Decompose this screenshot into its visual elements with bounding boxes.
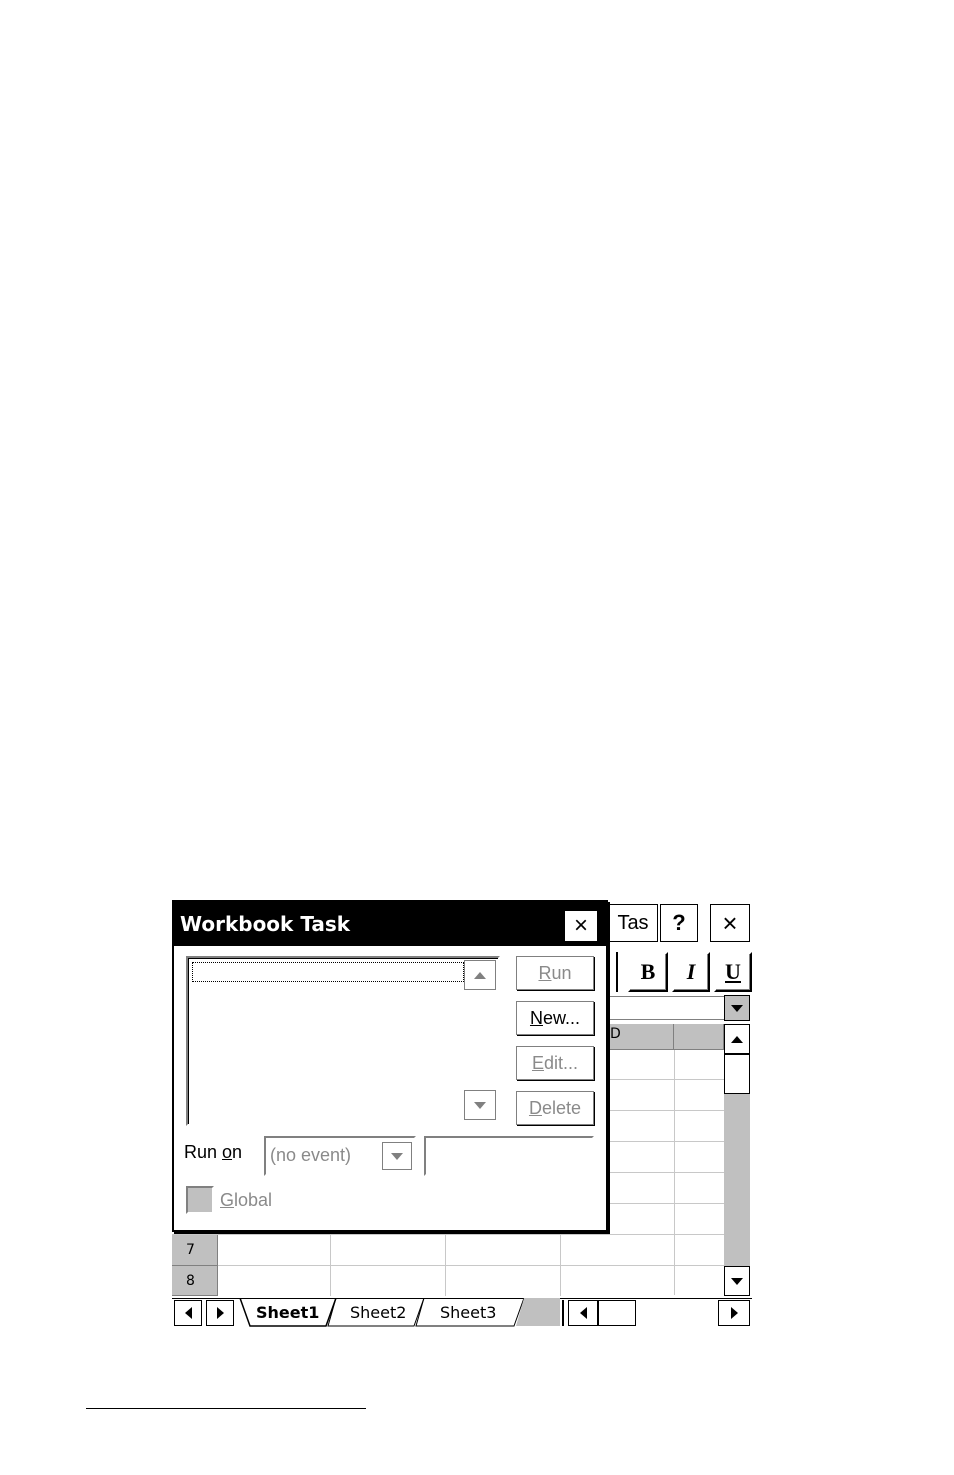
run-on-label-pre: Run [184, 1142, 223, 1162]
grid-line [172, 1234, 724, 1235]
close-icon: × [573, 912, 588, 939]
global-label-key: G [220, 1190, 235, 1210]
chevron-down-icon [391, 1152, 403, 1160]
edit-label-key: E [531, 1052, 544, 1073]
sheet-tab-sheet2[interactable]: Sheet2 [350, 1301, 406, 1325]
delete-button[interactable]: Delete [516, 1091, 594, 1125]
help-icon: ? [672, 910, 686, 935]
help-button[interactable]: ? [660, 904, 698, 942]
grid-line [330, 1234, 331, 1296]
global-checkbox[interactable] [186, 1186, 214, 1214]
grid-line [445, 1234, 446, 1296]
hscroll-right-button[interactable] [718, 1300, 750, 1326]
sheet-tab-label: Sheet1 [256, 1303, 320, 1322]
arrow-right-icon [730, 1307, 738, 1319]
sheet-tab-sheet1[interactable]: Sheet1 [256, 1301, 319, 1325]
row-header-7[interactable]: 7 [172, 1235, 218, 1266]
footnote-divider [86, 1408, 366, 1409]
task-list[interactable] [186, 956, 500, 1126]
run-on-label-key: o [222, 1142, 233, 1162]
scroll-up-button[interactable] [724, 1024, 750, 1054]
arrow-left-icon [184, 1307, 192, 1319]
sheet-tab-sheet3[interactable]: Sheet3 [440, 1301, 496, 1325]
global-label: Global [220, 1187, 272, 1213]
global-label-post: lobal [234, 1190, 273, 1210]
list-scroll-up-button[interactable] [464, 960, 496, 990]
edit-label-post: dit... [544, 1052, 579, 1073]
event-dropdown-value: (no event) [270, 1145, 352, 1165]
delete-label-post: elete [541, 1097, 582, 1118]
grid-line [604, 1141, 724, 1142]
hscroll-left-button[interactable] [568, 1300, 598, 1326]
run-on-label-post: n [232, 1142, 243, 1162]
grid-line [604, 1172, 724, 1173]
run-on-value-field[interactable] [424, 1136, 594, 1176]
run-on-label: Run on [184, 1140, 242, 1164]
vertical-scroll-thumb[interactable] [724, 1054, 750, 1094]
grid-line [604, 1203, 724, 1204]
app-close-button[interactable]: × [710, 904, 750, 942]
task-menu-button[interactable]: Tas [608, 904, 658, 942]
dialog-title: Workbook Task [180, 912, 351, 936]
grid-line [560, 1234, 561, 1296]
list-scroll-down-button[interactable] [464, 1090, 496, 1120]
dialog-close-button[interactable]: × [564, 910, 598, 942]
column-header-e[interactable] [674, 1024, 724, 1050]
delete-label-key: D [528, 1097, 542, 1118]
grid-line [604, 1110, 724, 1111]
workbook-task-dialog: Workbook Task × Run New... Edit... Delet… [172, 900, 608, 1232]
edit-button[interactable]: Edit... [516, 1046, 594, 1080]
event-dropdown[interactable]: (no event) [264, 1136, 416, 1176]
underline-button[interactable]: U [714, 952, 752, 992]
underline-icon: U [725, 959, 741, 984]
arrow-down-icon [474, 1101, 486, 1109]
column-header-label: D [610, 1026, 621, 1042]
grid-line [604, 1079, 724, 1080]
dialog-title-bar[interactable]: Workbook Task × [174, 902, 606, 946]
italic-icon: I [686, 959, 696, 984]
bold-icon: B [640, 959, 656, 984]
run-button[interactable]: Run [516, 956, 594, 990]
sheet-tab-label: Sheet2 [350, 1303, 407, 1322]
list-focus-row[interactable] [192, 962, 464, 982]
new-button[interactable]: New... [516, 1001, 594, 1035]
arrow-up-icon [731, 1035, 743, 1043]
task-menu-label: Tas [617, 911, 649, 934]
italic-button[interactable]: I [672, 952, 710, 992]
new-label-key: N [529, 1007, 543, 1028]
column-header-d[interactable]: D [604, 1024, 674, 1050]
grid-line [172, 1265, 724, 1266]
tab-scroll-right-button[interactable] [206, 1300, 234, 1326]
sheet-tab-label: Sheet3 [440, 1303, 497, 1322]
run-label-post: un [551, 962, 572, 983]
arrow-down-icon [731, 1277, 743, 1285]
formula-bar[interactable] [604, 996, 724, 1020]
row-header-8[interactable]: 8 [172, 1266, 218, 1296]
chevron-down-icon [731, 1004, 743, 1012]
tab-scroll-left-button[interactable] [174, 1300, 202, 1326]
bold-button[interactable]: B [628, 952, 668, 992]
arrow-left-icon [579, 1307, 587, 1319]
scroll-down-button[interactable] [724, 1266, 750, 1296]
close-icon: × [722, 907, 738, 938]
event-dropdown-button[interactable] [382, 1142, 412, 1170]
arrow-up-icon [474, 971, 486, 979]
horizontal-scroll-thumb[interactable] [598, 1300, 636, 1326]
run-label-key: R [538, 962, 552, 983]
formula-dropdown-button[interactable] [724, 995, 750, 1021]
row-header-label: 8 [186, 1273, 195, 1289]
arrow-right-icon [216, 1307, 224, 1319]
row-header-label: 7 [186, 1242, 195, 1258]
new-label-post: ew... [542, 1007, 581, 1028]
